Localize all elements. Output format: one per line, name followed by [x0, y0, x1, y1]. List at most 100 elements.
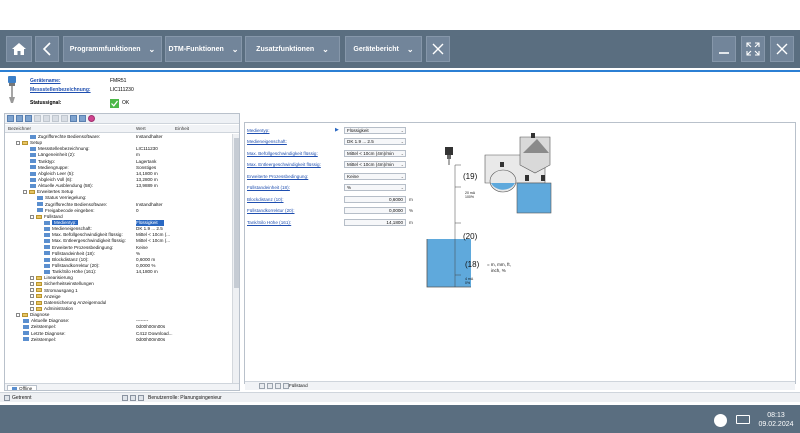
clock-time: 08:13	[767, 412, 785, 419]
expand-toggle-icon[interactable]	[16, 140, 20, 145]
parameter-label[interactable]: Max. Entleergeschwindigkeit flüssig:	[247, 162, 339, 167]
menu-dtm-funktionen[interactable]: DTM-Funktionen ⌄	[165, 36, 242, 62]
folder-icon	[36, 300, 42, 305]
tree-node-label: Datensicherung Anzeigemodul	[44, 299, 107, 305]
expand-toggle-icon[interactable]	[30, 276, 34, 281]
first-page-icon[interactable]	[259, 383, 265, 389]
close-icon	[432, 43, 444, 55]
collapse-all-icon[interactable]	[16, 115, 23, 122]
tree-node-label: Aktuelle Diagnose:	[31, 318, 70, 324]
current-parameter-marker-icon: ▶	[335, 127, 339, 133]
column-name-header[interactable]: Bezeichner	[8, 126, 31, 131]
expand-toggle-icon[interactable]	[30, 294, 34, 299]
parameter-select[interactable]: DK 1.9 ... 2.5 ⌄	[344, 138, 406, 145]
close-app-button[interactable]	[770, 36, 794, 62]
mark-0: 0%	[465, 281, 470, 285]
expand-toggle-icon[interactable]	[30, 306, 34, 311]
expand-toggle-icon[interactable]	[23, 190, 27, 195]
parameter-icon	[44, 269, 50, 274]
menu-zusatzfunktionen[interactable]: Zusatzfunktionen ⌄	[245, 36, 340, 62]
parameter-label[interactable]: Füllstandeinheit (18):	[247, 185, 339, 190]
cut-icon[interactable]	[34, 115, 41, 122]
next-page-icon[interactable]	[275, 383, 281, 389]
parameter-icon	[23, 331, 29, 336]
prev-page-icon[interactable]	[267, 383, 273, 389]
clock[interactable]: 08:13 09.02.2024	[756, 411, 796, 429]
expand-toggle-icon[interactable]	[30, 300, 34, 305]
tree-node-label: Messstellenbezeichnung:	[38, 146, 90, 152]
minimize-icon	[719, 52, 729, 54]
parameter-label[interactable]: Tank/Silo Höhe (161):	[247, 220, 339, 225]
parameter-number-field[interactable]: 14,1800	[344, 218, 406, 226]
tree-node-label: Diagnose	[30, 312, 50, 318]
column-unit-header[interactable]: Einheit	[175, 126, 189, 131]
system-tray-circle-icon[interactable]	[714, 414, 727, 427]
tree-node-label: Längeneinheit (2):	[38, 152, 76, 158]
tree-param-row[interactable]: Zeitstempel: 0d00h00m00s	[5, 337, 233, 343]
tree-node-label: Erweitertes Setup	[37, 189, 74, 195]
chevron-down-icon: ⌄	[400, 173, 404, 179]
info-icon[interactable]	[79, 115, 86, 122]
connection-status: Getrennt	[4, 395, 31, 401]
view-icon[interactable]	[25, 115, 32, 122]
folder-icon	[36, 288, 42, 293]
parameter-number-field[interactable]: 0,0000	[344, 207, 406, 214]
tree-toolbar	[5, 114, 239, 124]
parameter-value: Mittel < 10cm (4m)/min	[347, 150, 394, 156]
tree-node-label: Abgleich Leer (5):	[38, 170, 75, 176]
column-value-header[interactable]: Wert	[136, 126, 146, 131]
parameter-select[interactable]: Mittel < 10cm (4m)/min ⌄	[344, 149, 406, 157]
expand-toggle-icon[interactable]	[30, 214, 34, 219]
expand-toggle-icon[interactable]	[30, 288, 34, 293]
home-button[interactable]	[6, 36, 32, 62]
menu-label: Gerätebericht	[353, 45, 399, 53]
expand-toggle-icon[interactable]	[16, 312, 20, 317]
parameter-select[interactable]: % ⌄	[344, 184, 406, 191]
parameter-label[interactable]: Medieneigenschaft:	[247, 139, 339, 144]
back-button[interactable]	[35, 36, 59, 62]
tree-scrollbar[interactable]	[232, 134, 239, 384]
paste-icon[interactable]	[52, 115, 59, 122]
parameter-number-field[interactable]: 0,6000	[344, 195, 406, 203]
status-icon	[122, 395, 128, 401]
chevron-down-icon: ⌄	[406, 44, 414, 54]
parameter-icon	[37, 202, 43, 207]
label-20: (20)	[463, 232, 478, 241]
device-name-value: FMR51	[110, 78, 127, 84]
tree-node-label: Freigabecode eingeben:	[45, 207, 95, 213]
parameter-icon	[44, 233, 50, 238]
parameter-select[interactable]: Mittel < 10cm (4m)/min ⌄	[344, 161, 406, 168]
tree-node-label: Sicherheitseinstellungen	[44, 281, 94, 287]
expand-all-icon[interactable]	[7, 115, 14, 122]
parameter-label[interactable]: Medientyp:	[247, 128, 339, 133]
parameter-select[interactable]: Keine ⌄	[344, 172, 406, 180]
keyboard-icon[interactable]	[736, 415, 750, 424]
parameter-row: Max. Befüllgeschwindigkeit flüssig: Mitte…	[247, 149, 406, 157]
parameter-icon	[37, 208, 43, 213]
system-taskbar: 08:13 09.02.2024	[0, 405, 800, 433]
parameter-label[interactable]: Blockdistanz (10):	[247, 197, 339, 202]
offline-tab[interactable]: Offline	[7, 385, 38, 390]
record-icon[interactable]	[88, 115, 95, 122]
scrollbar-thumb[interactable]	[234, 138, 239, 288]
expand-toggle-icon[interactable]	[30, 282, 34, 287]
folder-icon	[36, 214, 42, 219]
parameter-select[interactable]: Flüssigkeit ⌄	[344, 126, 406, 134]
parameter-label[interactable]: Füllstandkorrektur (20):	[247, 208, 339, 213]
parameter-icon	[44, 220, 50, 225]
copy-icon[interactable]	[43, 115, 50, 122]
menu-geraetebericht[interactable]: Gerätebericht ⌄	[345, 36, 422, 62]
minimize-button[interactable]	[712, 36, 736, 62]
parameter-label[interactable]: Max. Befüllgeschwindigkeit flüssig:	[247, 151, 339, 156]
radar-sensor-icon	[8, 76, 16, 103]
tree-node-label: Mediengruppe:	[38, 164, 69, 170]
refresh-icon[interactable]	[70, 115, 77, 122]
parameter-label[interactable]: Erweiterte Prozessbedingung:	[247, 174, 339, 179]
tree-node-label: Füllstandkorrektur (20):	[52, 262, 100, 268]
level-diagram-figure: (19) (20) (18) = m, mm, ft, inch, % 20 m…	[425, 125, 555, 290]
fullscreen-button[interactable]	[741, 36, 765, 62]
close-device-button[interactable]	[426, 36, 450, 62]
undo-icon[interactable]	[61, 115, 68, 122]
menu-programmfunktionen[interactable]: Programmfunktionen ⌄	[63, 36, 162, 62]
parameter-value: %	[347, 185, 352, 190]
